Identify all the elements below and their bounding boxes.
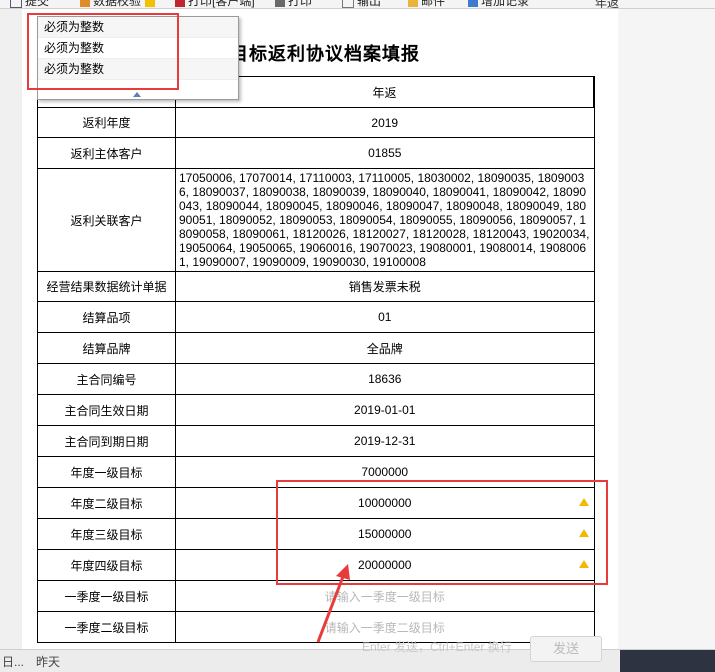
field-label: 结算品项 (37, 301, 176, 333)
field-label: 返利关联客户 (37, 168, 176, 272)
related-customers-field[interactable]: 17050006, 17070014, 17110003, 17110005, … (175, 168, 595, 272)
main-customer-field[interactable]: 01855 (175, 137, 595, 169)
table-row: 主合同生效日期 2019-01-01 (37, 394, 595, 426)
field-label: 年度三级目标 (37, 518, 176, 550)
export-icon (342, 0, 354, 8)
submit-button[interactable]: 提交 (10, 0, 49, 8)
printer-icon (275, 0, 285, 7)
status-bar: Enter 发送，Ctrl+Enter 换行 发送 日... 昨天 (0, 636, 715, 672)
field-label: 年度四级目标 (37, 549, 176, 581)
settlement-item-field[interactable]: 01 (175, 301, 595, 333)
annotation-arrow-icon (316, 564, 350, 643)
input-hint: Enter 发送，Ctrl+Enter 换行 (362, 640, 512, 654)
dark-panel (620, 650, 715, 672)
settlement-brand-field[interactable]: 全品牌 (175, 332, 595, 364)
status-text-left: 日... (2, 655, 25, 669)
field-label: 主合同编号 (37, 363, 176, 395)
add-record-button[interactable]: 增加记录 (468, 0, 529, 8)
add-record-icon (468, 0, 478, 7)
table-row: 经营结果数据统计单据 销售发票未税 (37, 271, 595, 302)
toolbar: 提交 数据校验 打印[客户端] 打印 输出 邮件 增加记录 年返 (0, 0, 715, 9)
rebate-year-field[interactable]: 2019 (175, 107, 595, 138)
contract-end-date-field[interactable]: 2019-12-31 (175, 425, 595, 457)
field-label: 年度二级目标 (37, 487, 176, 519)
submit-icon (10, 0, 22, 8)
field-label: 结算品牌 (37, 332, 176, 364)
contract-number-field[interactable]: 18636 (175, 363, 595, 395)
stat-document-field[interactable]: 销售发票未税 (175, 271, 595, 302)
field-label: 年度一级目标 (37, 456, 176, 488)
mail-icon (408, 0, 418, 7)
page-title: 目标返利协议档案填报 (230, 44, 420, 64)
print-button[interactable]: 打印 (275, 0, 312, 8)
field-label: 返利主体客户 (37, 137, 176, 169)
q1-target-1-input[interactable]: 请输入一季度一级目标 (175, 580, 595, 612)
field-label: 主合同到期日期 (37, 425, 176, 457)
right-gutter (618, 9, 715, 649)
contract-start-date-field[interactable]: 2019-01-01 (175, 394, 595, 426)
table-row: 主合同编号 18636 (37, 363, 595, 395)
table-row: 结算品牌 全品牌 (37, 332, 595, 364)
field-label: 一季度二级目标 (37, 611, 176, 643)
validate-button[interactable]: 数据校验 (80, 0, 158, 8)
email-button[interactable]: 邮件 (408, 0, 445, 8)
table-row: 结算品项 01 (37, 301, 595, 333)
pdf-icon (175, 0, 185, 7)
pencil-icon (80, 0, 90, 7)
field-label: 一季度一级目标 (37, 580, 176, 612)
field-label: 经营结果数据统计单据 (37, 271, 176, 302)
annotation-box-dropdown (27, 13, 179, 90)
help-icon (145, 0, 156, 7)
export-button[interactable]: 输出 (342, 0, 381, 8)
send-button[interactable]: 发送 (530, 636, 602, 662)
print-client-button[interactable]: 打印[客户端] (175, 0, 255, 8)
table-row: 主合同到期日期 2019-12-31 (37, 425, 595, 457)
table-row: 返利主体客户 01855 (37, 137, 595, 169)
dropdown-arrow-icon (133, 92, 141, 97)
status-text-yesterday: 昨天 (36, 655, 61, 669)
field-label: 主合同生效日期 (37, 394, 176, 426)
table-row: 返利关联客户 17050006, 17070014, 17110003, 171… (37, 168, 595, 272)
field-label: 返利年度 (37, 107, 176, 138)
toolbar-right-label: 年返 (595, 0, 620, 9)
table-row: 返利年度 2019 (37, 107, 595, 138)
left-gutter (0, 9, 22, 649)
